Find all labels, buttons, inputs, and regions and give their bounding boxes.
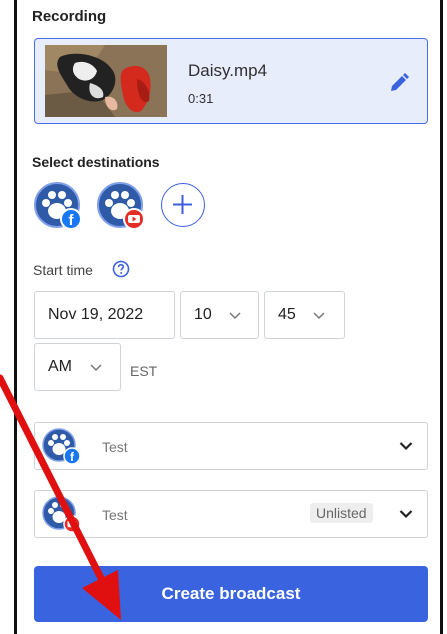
paw-youtube-icon — [97, 182, 145, 230]
account-row-youtube[interactable]: Test Unlisted — [34, 490, 428, 538]
video-thumbnail — [45, 45, 167, 117]
recording-title: Recording — [32, 8, 107, 25]
chevron-down-icon — [229, 312, 241, 320]
recording-duration: 0:31 — [188, 91, 214, 106]
date-value: Nov 19, 2022 — [48, 306, 144, 323]
destinations-title: Select destinations — [32, 154, 160, 170]
recording-file-name: Daisy.mp4 — [188, 61, 268, 80]
start-time-label: Start time — [33, 262, 93, 278]
paw-youtube-icon — [42, 496, 81, 533]
ampm-value: AM — [48, 358, 72, 375]
chevron-down-icon — [399, 510, 413, 519]
destination-youtube[interactable] — [96, 181, 146, 231]
chevron-down-icon — [313, 312, 325, 320]
add-destination-button[interactable] — [161, 183, 205, 227]
minute-value: 45 — [278, 306, 296, 323]
hour-value: 10 — [194, 306, 212, 323]
chevron-down-icon — [90, 364, 102, 372]
ampm-select[interactable]: AM — [34, 343, 121, 391]
paw-facebook-icon: f — [34, 182, 82, 230]
minute-select[interactable]: 45 — [264, 291, 345, 339]
account-name: Test — [102, 507, 128, 523]
pencil-icon — [391, 73, 409, 91]
edit-recording-button[interactable] — [387, 71, 411, 95]
privacy-badge: Unlisted — [310, 503, 373, 523]
create-broadcast-button[interactable]: Create broadcast — [34, 566, 428, 622]
chevron-down-icon — [399, 442, 413, 451]
hour-select[interactable]: 10 — [180, 291, 259, 339]
help-icon[interactable] — [112, 260, 130, 278]
plus-icon — [173, 195, 192, 214]
timezone-label: EST — [130, 363, 158, 379]
account-row-facebook[interactable]: f Test — [34, 422, 428, 470]
destination-facebook[interactable]: f — [33, 181, 83, 231]
paw-facebook-icon: f — [42, 428, 81, 465]
recording-card[interactable]: Daisy.mp4 0:31 — [34, 38, 428, 124]
account-name: Test — [102, 439, 128, 455]
date-field[interactable]: Nov 19, 2022 — [34, 291, 175, 339]
